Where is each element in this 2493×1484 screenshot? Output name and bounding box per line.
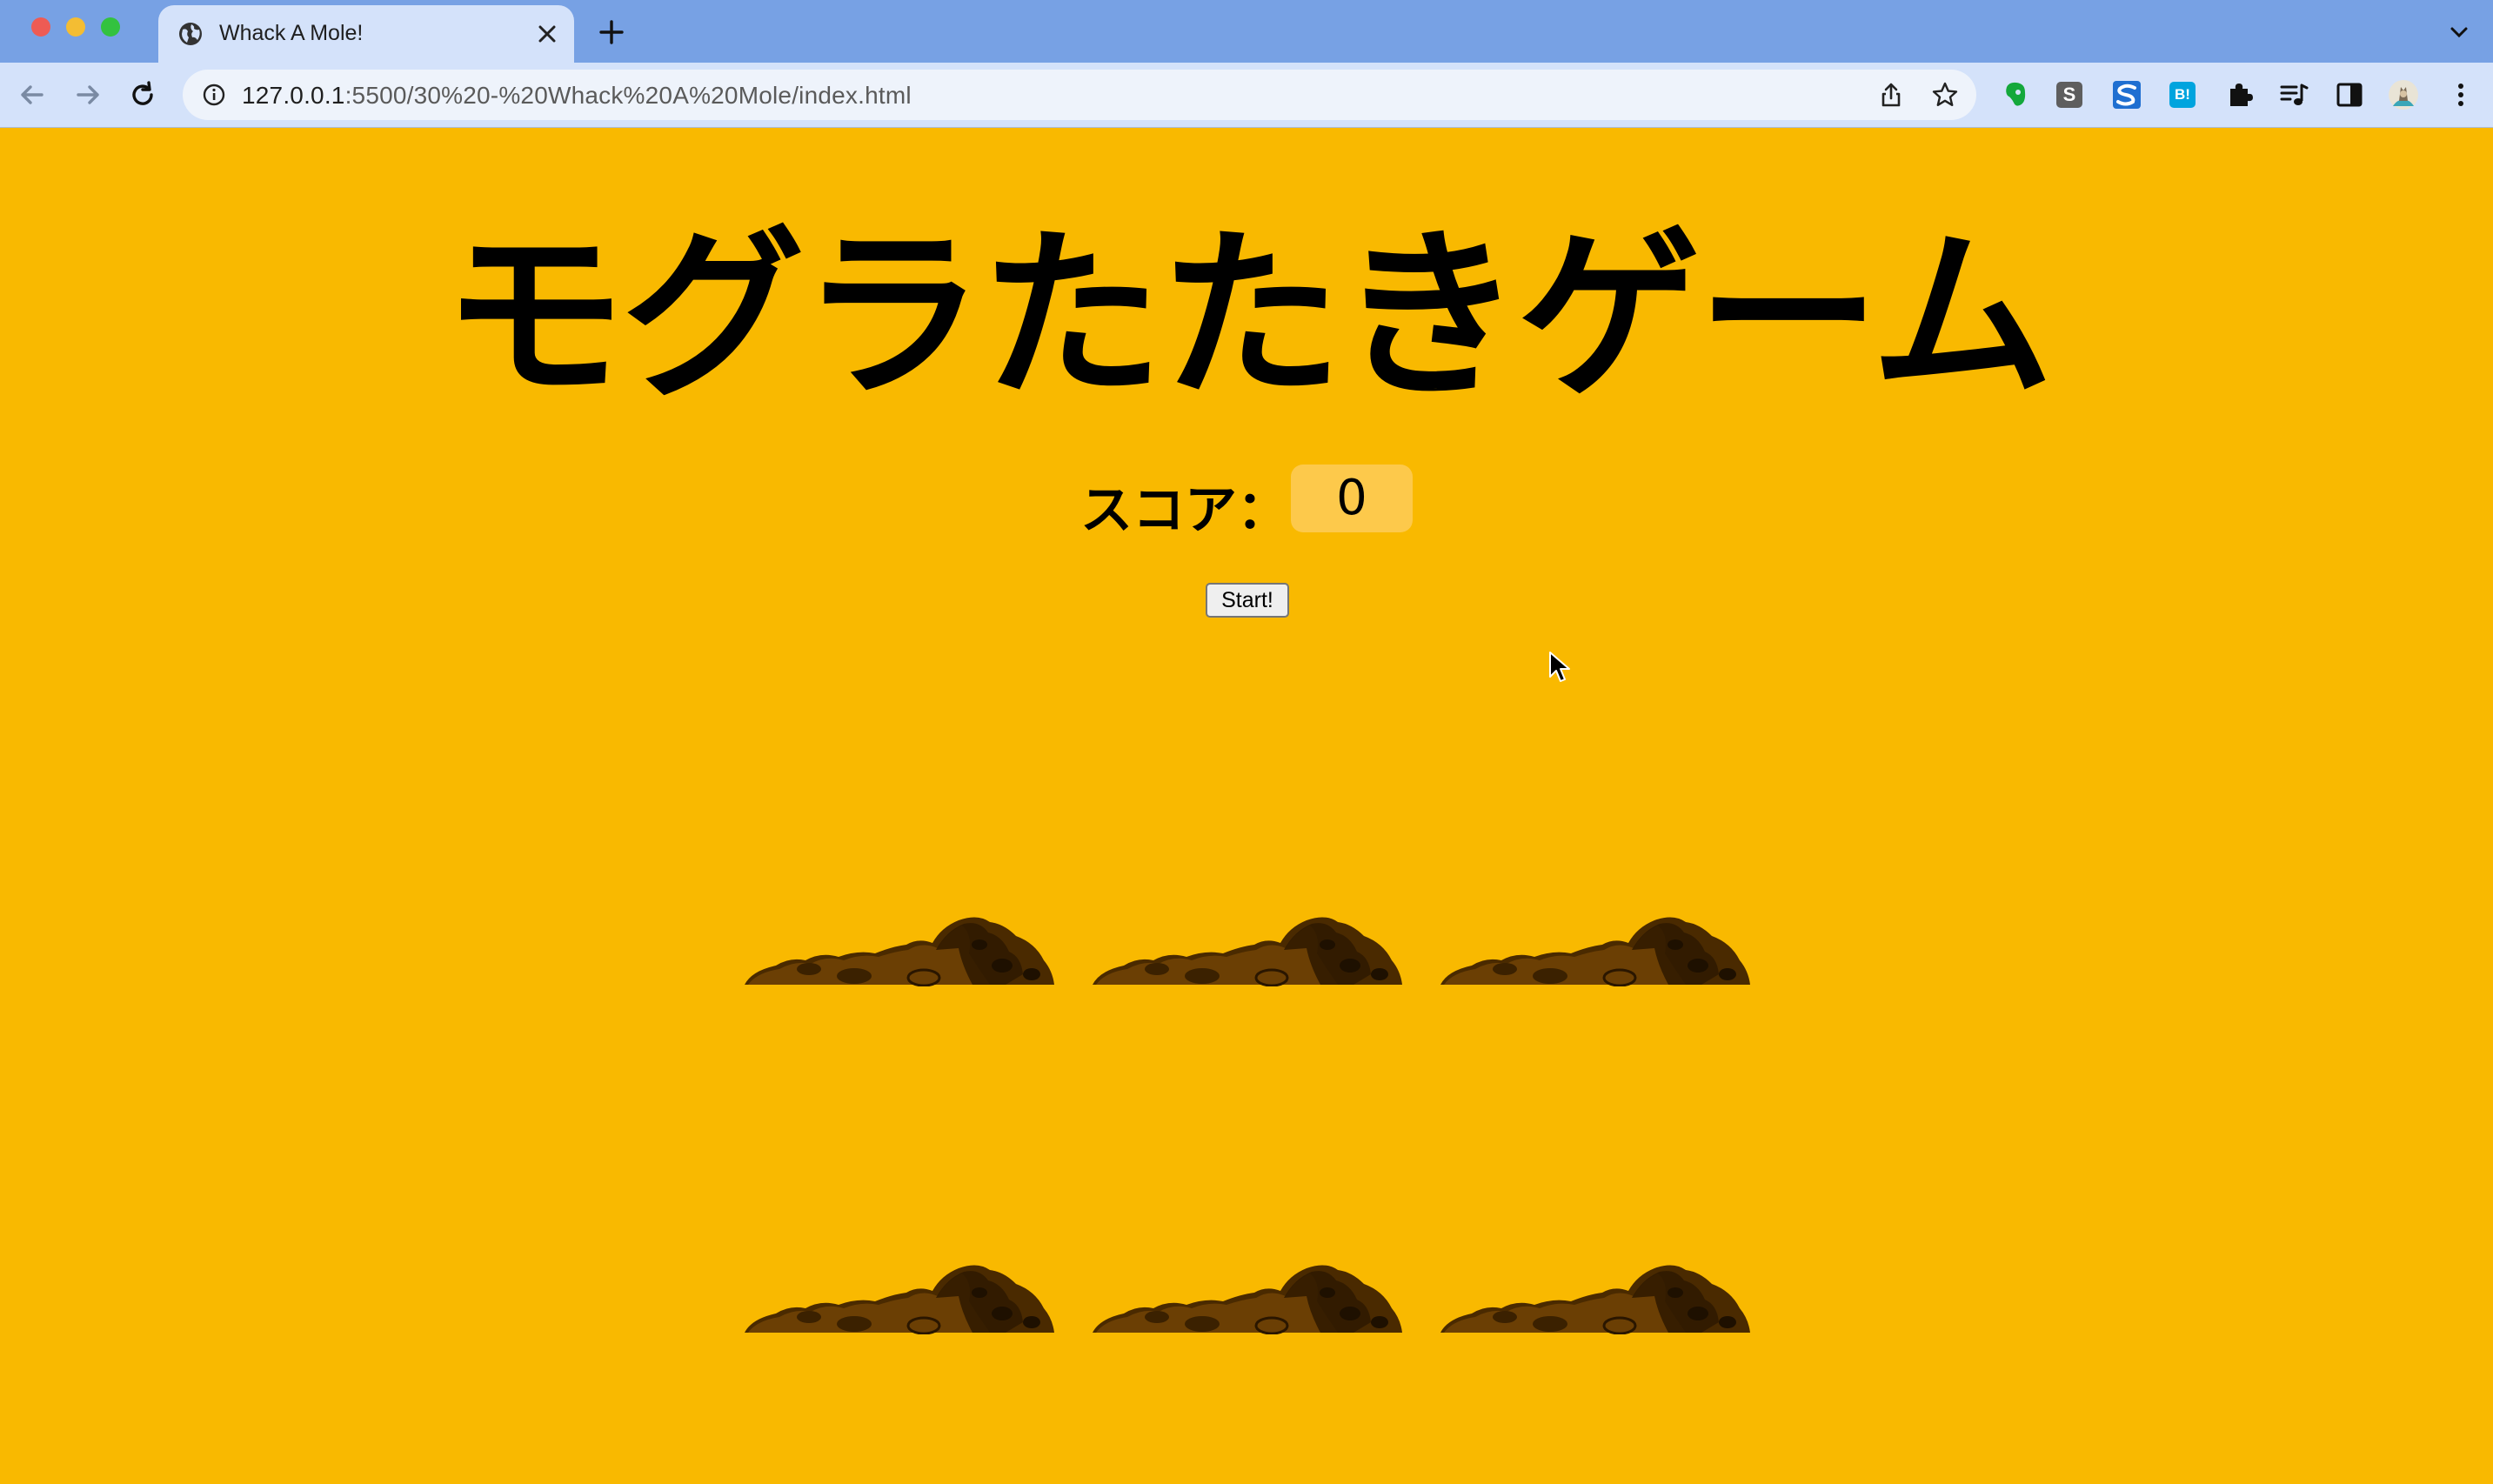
hole-5[interactable] <box>1093 1261 1402 1334</box>
maximize-window-button[interactable] <box>101 17 120 37</box>
puzzle-icon[interactable] <box>2223 78 2256 111</box>
hole-2[interactable] <box>1093 913 1402 986</box>
url-path: :5500/30%20-%20Whack%20A%20Mole/index.ht… <box>344 82 912 109</box>
profile-avatar[interactable] <box>2387 78 2420 111</box>
browser-tab-bar: Whack A Mole! <box>0 0 2493 63</box>
site-info-icon[interactable] <box>202 83 226 107</box>
mouse-cursor-icon <box>1549 652 1570 682</box>
new-tab-icon[interactable] <box>598 19 625 45</box>
forward-icon[interactable] <box>71 78 104 111</box>
scrapbox-icon[interactable] <box>2110 78 2143 111</box>
sidepanel-icon[interactable] <box>2333 78 2366 111</box>
hole-1[interactable] <box>745 913 1054 986</box>
start-button[interactable]: Start! <box>1206 583 1289 618</box>
chevron-down-icon[interactable] <box>2448 21 2470 43</box>
reload-icon[interactable] <box>127 78 160 111</box>
hole-3[interactable] <box>1440 913 1750 986</box>
close-tab-icon[interactable] <box>536 23 558 45</box>
game-title: モグラたたきゲーム <box>443 210 2054 423</box>
close-window-button[interactable] <box>31 17 50 37</box>
s-extension-icon[interactable]: S <box>2056 82 2082 108</box>
evernote-icon[interactable] <box>1999 78 2032 111</box>
score-value: 0 <box>1291 465 1413 532</box>
minimize-window-button[interactable] <box>66 17 85 37</box>
media-icon[interactable] <box>2277 78 2310 111</box>
url-text[interactable]: 127.0.0.1:5500/30%20-%20Whack%20A%20Mole… <box>242 82 912 110</box>
back-icon[interactable] <box>16 78 49 111</box>
address-bar[interactable]: 127.0.0.1:5500/30%20-%20Whack%20A%20Mole… <box>183 70 1976 120</box>
hole-6[interactable] <box>1440 1261 1750 1334</box>
hatena-bookmark-icon[interactable]: B! <box>2169 82 2196 108</box>
score-row: スコア： 0 <box>0 465 2493 541</box>
browser-toolbar: 127.0.0.1:5500/30%20-%20Whack%20A%20Mole… <box>0 63 2493 128</box>
share-icon[interactable] <box>1877 81 1905 109</box>
tab-title: Whack A Mole! <box>219 21 364 45</box>
globe-icon <box>179 23 202 45</box>
menu-icon[interactable] <box>2444 78 2477 111</box>
bookmark-star-icon[interactable] <box>1931 81 1959 109</box>
hole-4[interactable] <box>745 1261 1054 1334</box>
url-host: 127.0.0.1 <box>242 82 345 109</box>
score-label: スコア： <box>1080 480 1289 541</box>
browser-tab[interactable]: Whack A Mole! <box>158 5 574 63</box>
